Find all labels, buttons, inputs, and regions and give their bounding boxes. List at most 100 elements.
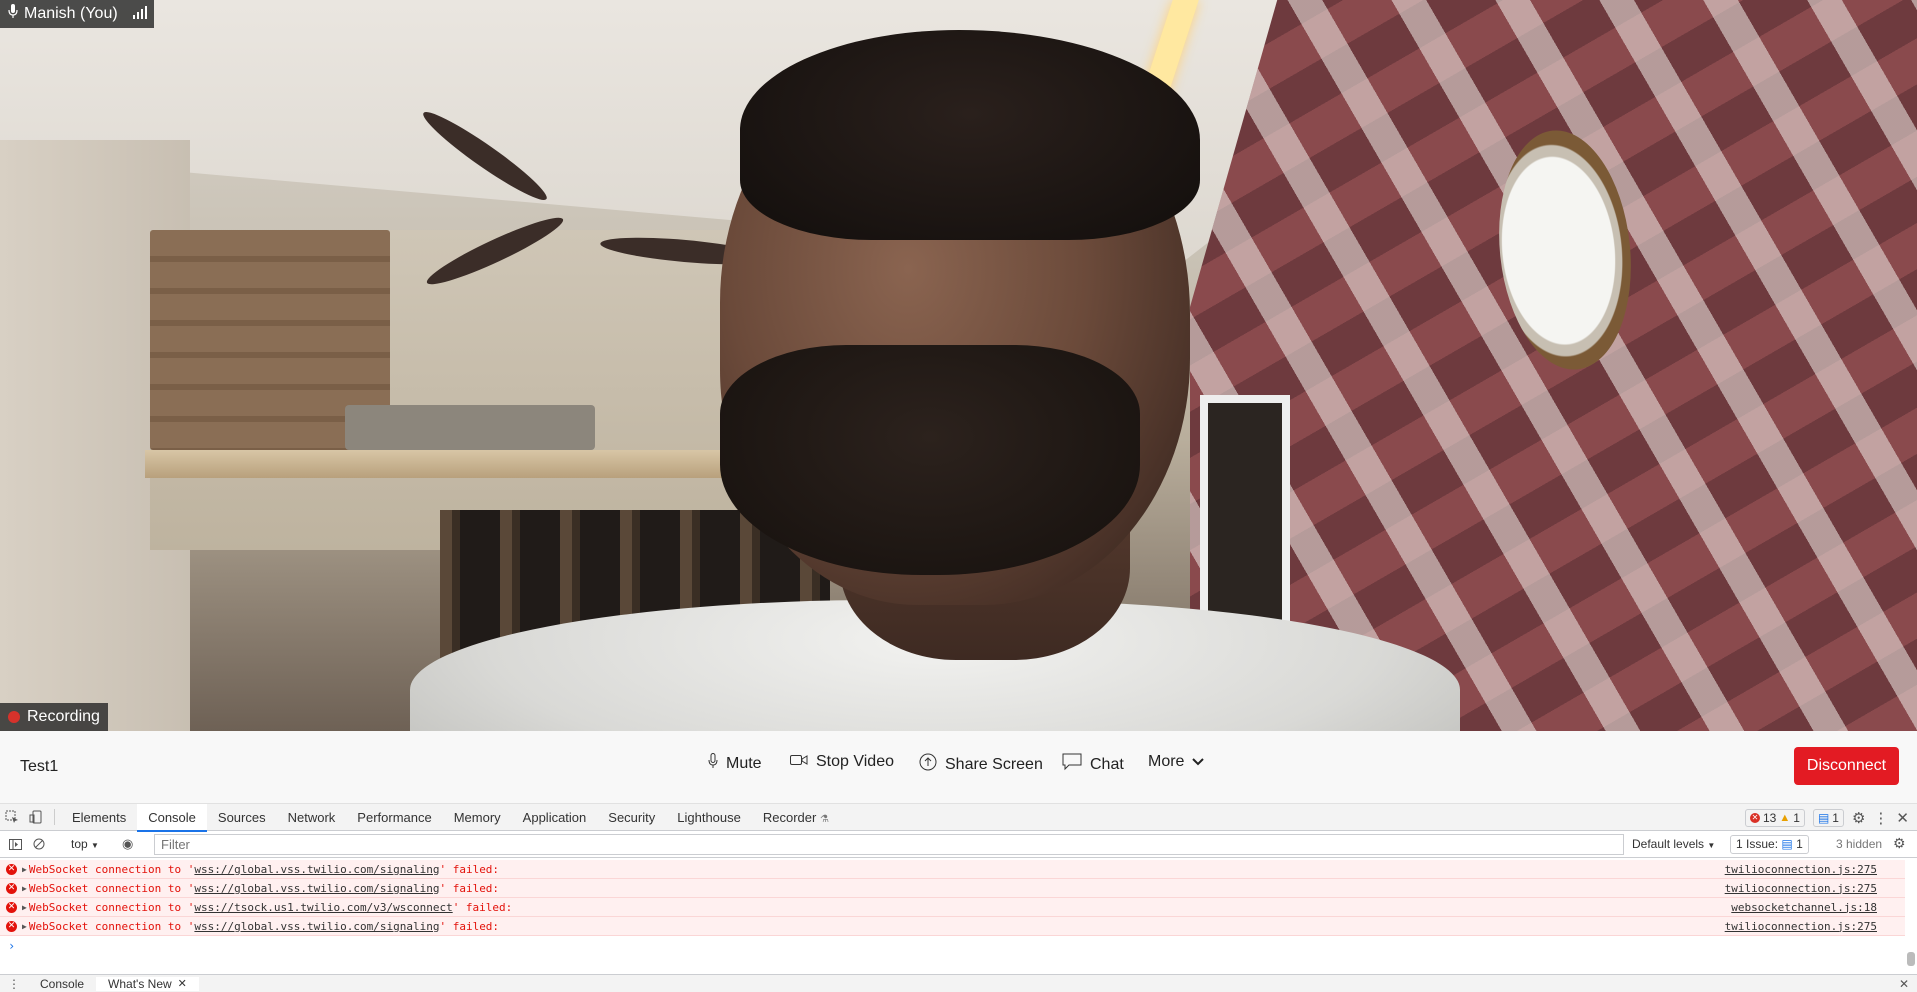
stop-video-button[interactable]: Stop Video (790, 753, 894, 771)
tab-sources[interactable]: Sources (207, 804, 277, 831)
log-source-link[interactable]: twilioconnection.js:275 (1725, 920, 1877, 933)
more-button[interactable]: More (1148, 753, 1205, 771)
recording-indicator: Recording (0, 703, 108, 731)
drawer-menu-icon[interactable]: ⋮ (0, 977, 28, 991)
tab-security[interactable]: Security (597, 804, 666, 831)
devtools-drawer-tabs: ⋮ Console What's New ✕ ✕ (0, 974, 1917, 992)
close-tab-icon[interactable]: ✕ (178, 977, 187, 990)
log-suffix: ' failed: (439, 881, 500, 895)
error-icon: ✕ (6, 920, 17, 932)
console-error-row[interactable]: ✕ ▶ WebSocket connection to ' wss://globa… (0, 860, 1905, 879)
drawer-tab-whats-new[interactable]: What's New ✕ (96, 976, 199, 991)
devtools-panel: Elements Console Sources Network Perform… (0, 803, 1917, 992)
error-icon: ✕ (1750, 812, 1760, 823)
error-icon: ✕ (6, 882, 17, 894)
error-warning-counter[interactable]: ✕ 13 ▲ 1 (1745, 808, 1805, 827)
message-counter[interactable]: ▤ 1 (1812, 808, 1844, 827)
issue-message-icon: ▤ (1781, 837, 1793, 851)
devtools-status-area: ✕ 13 ▲ 1 ▤ 1 ⚙ ⋮ ✕ (1745, 804, 1917, 831)
expand-triangle-icon[interactable]: ▶ (22, 865, 27, 874)
log-suffix: ' failed: (439, 919, 500, 933)
expand-triangle-icon[interactable]: ▶ (22, 903, 27, 912)
dropdown-arrow-icon: ▼ (91, 841, 99, 850)
network-quality-badge (126, 0, 154, 28)
tab-console[interactable]: Console (137, 803, 207, 832)
tab-performance[interactable]: Performance (346, 804, 442, 831)
log-suffix: ' failed: (439, 862, 500, 876)
console-prompt[interactable]: › (0, 936, 1905, 955)
tab-lighthouse[interactable]: Lighthouse (666, 804, 752, 831)
log-prefix: WebSocket connection to ' (28, 881, 195, 895)
console-scrollbar[interactable] (1907, 952, 1915, 966)
inspect-element-icon[interactable] (0, 804, 24, 831)
drawer-tab-console[interactable]: Console (28, 977, 96, 991)
live-expression-eye-icon[interactable]: ◉ (122, 836, 133, 852)
participant-name-badge: Manish (You) (0, 0, 126, 28)
drawer-whats-new-label: What's New (108, 976, 172, 991)
log-source-link[interactable]: twilioconnection.js:275 (1725, 882, 1877, 895)
tab-recorder[interactable]: Recorder ⚗ (752, 804, 840, 831)
stop-video-label: Stop Video (816, 753, 894, 770)
more-label: More (1148, 753, 1185, 770)
log-source-link[interactable]: websocketchannel.js:18 (1731, 901, 1877, 914)
close-devtools-icon[interactable]: ✕ (1896, 809, 1909, 827)
drawer-console-label: Console (40, 976, 85, 991)
tab-network[interactable]: Network (277, 804, 347, 831)
tab-memory[interactable]: Memory (443, 804, 512, 831)
expand-triangle-icon[interactable]: ▶ (22, 884, 27, 893)
log-levels-dropdown[interactable]: Default levels ▼ (1632, 837, 1715, 851)
close-drawer-icon[interactable]: ✕ (1899, 977, 1909, 991)
console-error-row[interactable]: ✕ ▶ WebSocket connection to ' wss://globa… (0, 917, 1905, 936)
share-screen-icon (919, 753, 937, 776)
doorway (1200, 395, 1290, 635)
signal-bars-icon (133, 5, 147, 24)
sidebar-toggle-icon[interactable] (3, 831, 27, 858)
context-selector[interactable]: top ▼ (71, 837, 99, 851)
shelf (145, 450, 745, 478)
microphone-icon (8, 4, 18, 24)
device-toolbar-icon[interactable] (24, 804, 48, 831)
mute-label: Mute (726, 754, 762, 772)
person-beard (720, 345, 1140, 575)
mute-button[interactable]: Mute (708, 753, 762, 774)
issues-label: 1 Issue: (1736, 837, 1779, 851)
warning-count: 1 (1793, 810, 1800, 825)
log-url[interactable]: wss://global.vss.twilio.com/signaling (194, 863, 439, 876)
chat-button[interactable]: Chat (1062, 753, 1124, 776)
clear-console-icon[interactable] (27, 831, 51, 858)
log-url[interactable]: wss://tsock.us1.twilio.com/v3/wsconnect (194, 901, 452, 914)
disconnect-button[interactable]: Disconnect (1794, 747, 1899, 785)
log-levels-label: Default levels (1632, 837, 1705, 851)
recording-label: Recording (27, 708, 100, 725)
room-name: Test1 (20, 758, 59, 775)
console-settings-gear-icon[interactable]: ⚙ (1893, 835, 1906, 852)
kebab-menu-icon[interactable]: ⋮ (1873, 809, 1888, 827)
video-feed: Manish (You) Recording (0, 0, 1917, 731)
console-error-row[interactable]: ✕ ▶ WebSocket connection to ' wss://tsock… (0, 898, 1905, 917)
tab-application[interactable]: Application (512, 804, 598, 831)
tab-recorder-label: Recorder (762, 809, 817, 825)
log-suffix: ' failed: (452, 900, 513, 914)
log-url[interactable]: wss://global.vss.twilio.com/signaling (194, 882, 439, 895)
log-prefix: WebSocket connection to ' (28, 919, 195, 933)
log-url[interactable]: wss://global.vss.twilio.com/signaling (194, 920, 439, 933)
error-icon: ✕ (6, 863, 17, 875)
issues-button[interactable]: 1 Issue: ▤ 1 (1730, 835, 1809, 854)
settings-gear-icon[interactable]: ⚙ (1852, 809, 1865, 827)
log-prefix: WebSocket connection to ' (28, 862, 195, 876)
expand-triangle-icon[interactable]: ▶ (22, 922, 27, 931)
chat-bubble-icon (1062, 753, 1082, 776)
context-label: top (71, 837, 88, 851)
error-icon: ✕ (6, 901, 17, 913)
console-filter-input[interactable] (154, 834, 1624, 855)
prompt-chevron-icon: › (8, 938, 16, 953)
error-count: 13 (1763, 810, 1777, 825)
message-icon: ▤ (1817, 810, 1830, 825)
log-source-link[interactable]: twilioconnection.js:275 (1725, 863, 1877, 876)
flask-icon: ⚗ (819, 813, 829, 825)
console-error-row[interactable]: ✕ ▶ WebSocket connection to ' wss://globa… (0, 879, 1905, 898)
tab-elements[interactable]: Elements (61, 804, 137, 831)
share-screen-button[interactable]: Share Screen (919, 753, 1043, 776)
warning-icon: ▲ (1779, 811, 1791, 824)
log-prefix: WebSocket connection to ' (28, 900, 195, 914)
